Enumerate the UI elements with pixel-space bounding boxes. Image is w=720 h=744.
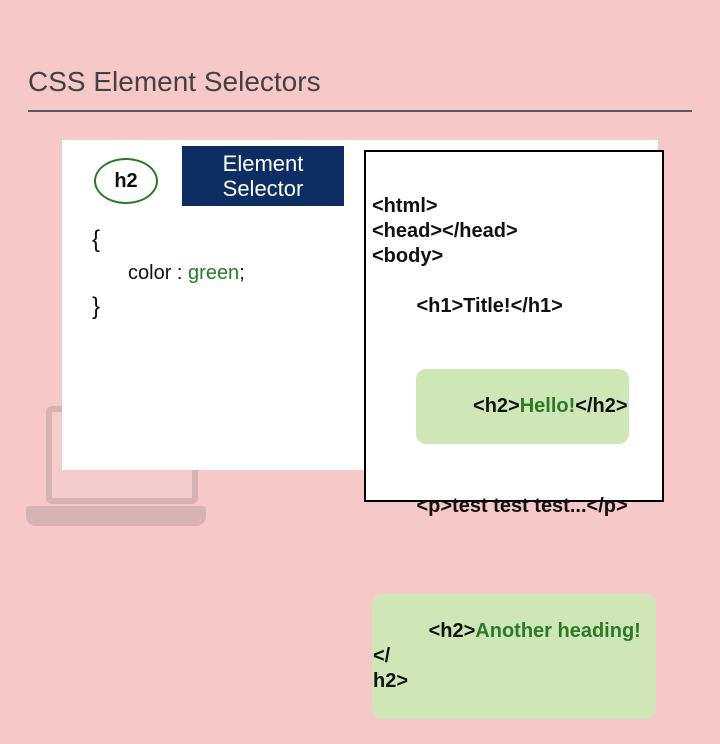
- slide: CSS Element Selectors h2 Element Selecto…: [0, 0, 720, 540]
- selector-bubble: h2: [94, 158, 158, 204]
- code-h2-text-2: Another heading!: [475, 620, 641, 642]
- title-bar: CSS Element Selectors: [28, 66, 692, 106]
- title-underline: [28, 110, 692, 112]
- code-line-4: <h1>Title!</h1>: [372, 269, 656, 344]
- code-h2-open-2: <h2>: [429, 620, 476, 642]
- code-line-1: <html>: [372, 194, 656, 219]
- code-line-7: <h2>Another heading! </h2>: [372, 544, 656, 744]
- slide-title: CSS Element Selectors: [28, 66, 321, 97]
- html-sample-box: <html> <head></head> <body> <h1>Title!</…: [364, 150, 664, 502]
- code-line-6: <p>test test test...</p>: [372, 469, 656, 544]
- css-close-brace: }: [92, 293, 332, 321]
- code-line-3: <body>: [372, 244, 656, 269]
- selector-label-box: Element Selector: [182, 146, 344, 206]
- css-rule: { color : green; }: [92, 226, 332, 321]
- code-h1-close: </h1>: [511, 295, 563, 317]
- css-value: green: [188, 262, 239, 284]
- code-h1-open: <h1>: [416, 295, 463, 317]
- css-colon: :: [171, 262, 188, 284]
- code-h2-open-1: <h2>: [473, 395, 520, 417]
- code-h2-close-1: </h2>: [575, 395, 627, 417]
- laptop-base: [26, 506, 206, 526]
- code-h2-close-break: </h2>: [373, 645, 408, 692]
- code-p-open: <p>: [416, 495, 452, 517]
- code-p-text: test test test...: [452, 495, 586, 517]
- code-h2-highlight-1: <h2>Hello!</h2>: [416, 369, 628, 444]
- css-property: color: [128, 262, 171, 284]
- code-h2-text-1: Hello!: [520, 395, 576, 417]
- code-line-2: <head></head>: [372, 219, 656, 244]
- selector-label-text: Element Selector: [223, 151, 304, 202]
- code-h1-text: Title!: [463, 295, 510, 317]
- code-h2-highlight-2: <h2>Another heading! </h2>: [372, 594, 656, 719]
- css-declaration: color : green;: [128, 262, 332, 285]
- code-line-5: <h2>Hello!</h2>: [372, 344, 656, 469]
- css-semicolon: ;: [239, 262, 245, 284]
- content-panel: h2 Element Selector { color : green; } <…: [62, 140, 658, 470]
- code-p-close: </p>: [587, 495, 628, 517]
- css-open-brace: {: [92, 226, 332, 254]
